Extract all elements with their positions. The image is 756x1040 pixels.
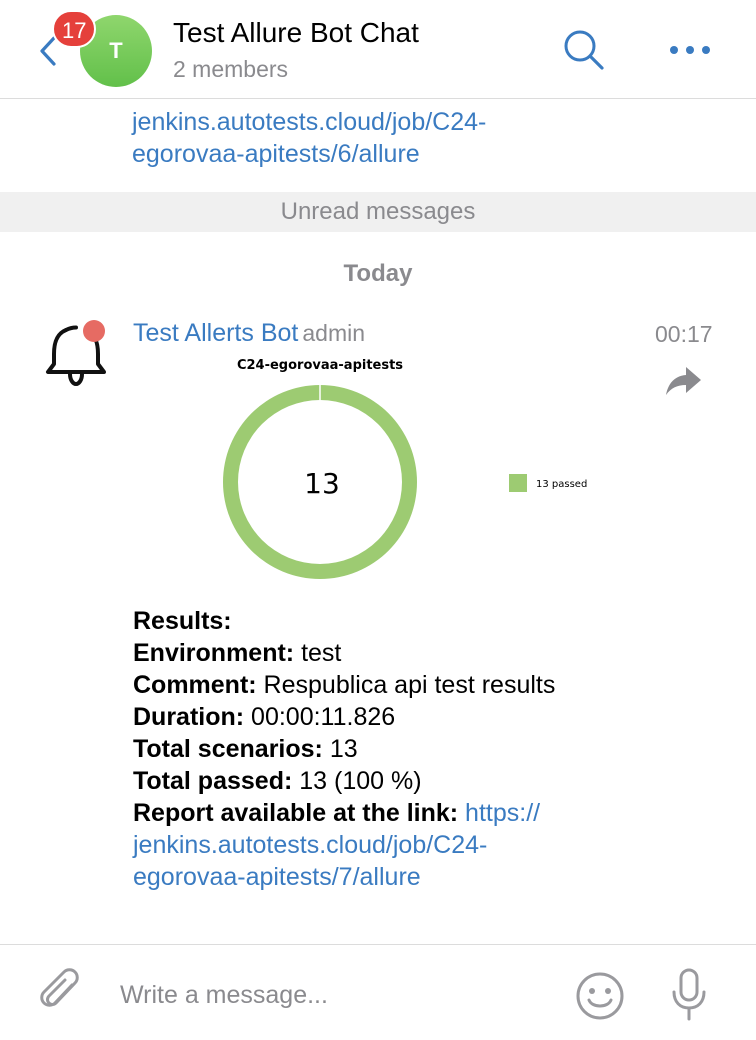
report-link-part-1[interactable]: https:// — [465, 799, 540, 827]
chart-center-label: 13 — [304, 467, 340, 500]
chart-title: C24-egorovaa-apitests — [237, 358, 403, 373]
results-label: Results: — [133, 607, 232, 635]
environment-line: Environment: test — [133, 637, 723, 669]
results-line: Results: — [133, 605, 723, 637]
date-separator: Today — [343, 260, 413, 287]
bell-icon — [46, 320, 106, 387]
message-composer — [0, 944, 756, 1040]
voice-record-button[interactable] — [670, 967, 708, 1023]
forward-button[interactable] — [664, 364, 704, 398]
total-passed-label: Total passed: — [133, 767, 293, 795]
legend-label-0: 13 passed — [536, 479, 587, 490]
comment-line: Comment: Respublica api test results — [133, 669, 723, 701]
message-input[interactable] — [120, 979, 540, 1011]
legend-swatch-0 — [509, 474, 527, 492]
smiley-icon — [576, 972, 624, 1020]
environment-label: Environment: — [133, 639, 295, 667]
previous-link-line-1: jenkins.autotests.cloud/job/C24- — [132, 108, 487, 136]
report-chart[interactable]: C24-egorovaa-apitests 13 13 passed — [212, 352, 612, 584]
report-link-part-3[interactable]: egorovaa-apitests/7/allure — [133, 861, 723, 893]
message-time: 00:17 — [655, 321, 713, 347]
message-body: Results: Environment: test Comment: Resp… — [133, 605, 723, 893]
chat-members-count: 2 members — [173, 56, 289, 82]
attach-button[interactable] — [38, 967, 84, 1017]
duration-line: Duration: 00:00:11.826 — [133, 701, 723, 733]
sender-role: admin — [302, 320, 366, 346]
previous-link-line-2: egorovaa-apitests/6/allure — [132, 140, 420, 168]
total-scenarios-label: Total scenarios: — [133, 735, 323, 763]
donut-chart: C24-egorovaa-apitests 13 13 passed — [223, 358, 587, 580]
search-button[interactable] — [560, 26, 608, 74]
share-arrow-icon — [666, 367, 701, 395]
more-dots-icon — [670, 46, 710, 54]
unread-messages-divider: Unread messages — [0, 192, 756, 232]
previous-report-link[interactable]: jenkins.autotests.cloud/job/C24- egorova… — [132, 106, 486, 170]
total-passed-value: 13 (100 %) — [292, 767, 422, 795]
report-link-part-2[interactable]: jenkins.autotests.cloud/job/C24- — [133, 829, 723, 861]
duration-value: 00:00:11.826 — [244, 703, 396, 731]
bot-avatar[interactable] — [42, 318, 112, 388]
message-sender[interactable]: Test Allerts Bot admin — [133, 319, 365, 348]
unread-count-badge: 17 — [52, 10, 97, 48]
emoji-button[interactable] — [575, 971, 625, 1021]
chat-title[interactable]: Test Allure Bot Chat — [173, 17, 419, 49]
duration-label: Duration: — [133, 703, 245, 731]
environment-value: test — [294, 639, 342, 667]
comment-value: Respublica api test results — [256, 671, 556, 699]
sender-name[interactable]: Test Allerts Bot — [133, 319, 298, 347]
comment-label: Comment: — [133, 671, 257, 699]
total-scenarios-value: 13 — [322, 735, 358, 763]
more-options-button[interactable] — [668, 38, 714, 62]
report-label: Report available at the link: — [133, 799, 459, 827]
total-scenarios-line: Total scenarios: 13 — [133, 733, 723, 765]
microphone-icon — [672, 968, 706, 1021]
report-line: Report available at the link: https:// — [133, 797, 723, 829]
search-icon — [564, 30, 604, 70]
paperclip-icon — [40, 968, 79, 1007]
chat-header: T 17 Test Allure Bot Chat 2 members — [0, 0, 756, 99]
total-passed-line: Total passed: 13 (100 %) — [133, 765, 723, 797]
